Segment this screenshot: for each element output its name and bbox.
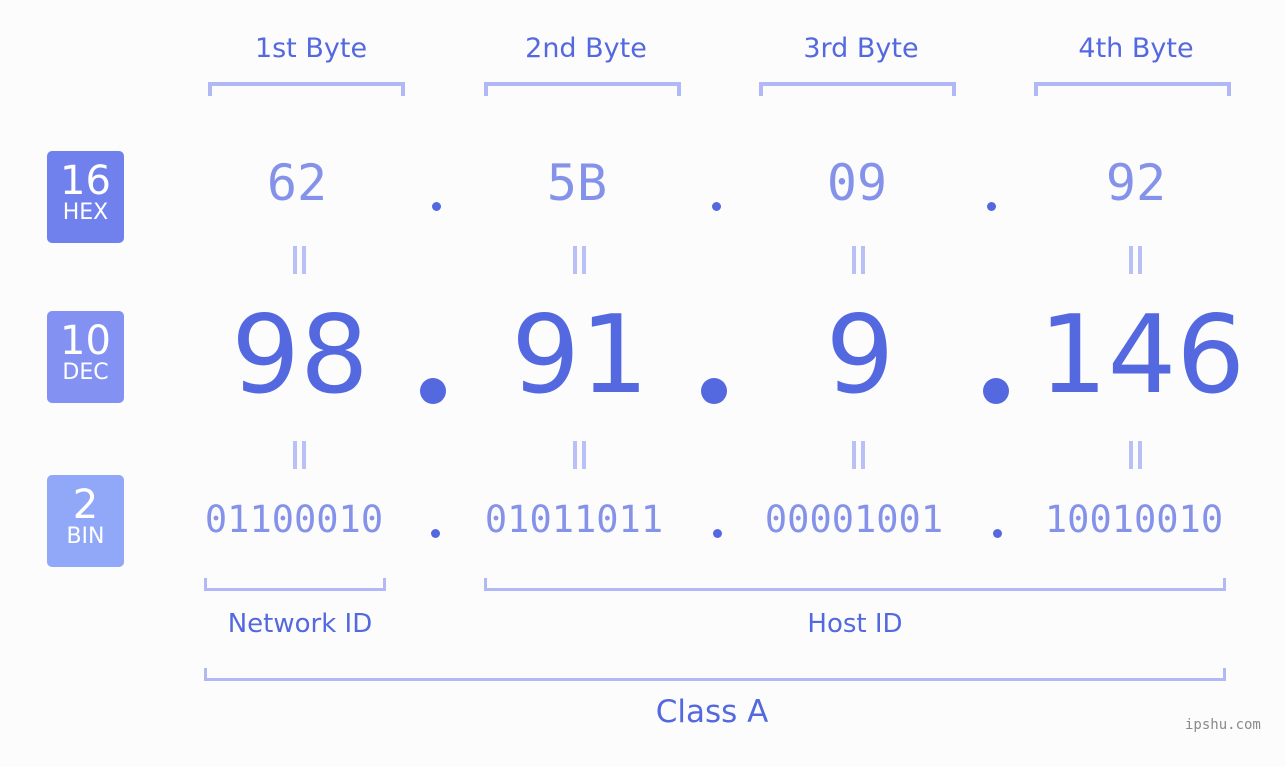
hex-byte-2: 5B [546,154,608,212]
host-id-bracket [484,578,1226,591]
class-bracket [204,668,1226,681]
bin-byte-4: 10010010 [1044,498,1224,541]
hex-dot-3 [987,202,996,211]
hex-dot-1 [432,202,441,211]
hex-base: 16 [60,158,111,204]
dec-dot-1 [420,378,446,404]
hex-label: HEX [62,200,109,225]
byte-header-4: 4th Byte [1078,33,1194,64]
dec-byte-1: 98 [231,293,369,418]
bin-byte-1: 01100010 [204,498,384,541]
bin-badge: 2 BIN [47,475,124,567]
dec-byte-3: 9 [825,293,895,418]
bin-byte-3: 00001001 [764,498,944,541]
dec-base: 10 [60,318,111,364]
hex-byte-3: 09 [826,154,888,212]
equals-icon [571,441,589,469]
byte-bracket-4 [1034,82,1231,96]
dec-byte-2: 91 [511,293,649,418]
byte-header-1: 1st Byte [254,33,368,64]
dec-label: DEC [62,360,109,385]
dec-dot-2 [701,378,727,404]
byte-bracket-1 [208,82,405,96]
equals-icon [291,441,309,469]
byte-bracket-2 [484,82,681,96]
bin-byte-2: 01011011 [484,498,664,541]
hex-byte-1: 62 [266,154,328,212]
byte-bracket-3 [759,82,956,96]
bin-dot-1 [431,529,440,538]
equals-icon [1127,246,1145,274]
dec-dot-3 [983,378,1009,404]
network-id-label: Network ID [227,609,373,639]
class-label: Class A [655,694,769,730]
equals-icon [850,246,868,274]
equals-icon [850,441,868,469]
bin-dot-3 [993,529,1002,538]
equals-icon [1127,441,1145,469]
dec-byte-4: 146 [1038,293,1246,418]
hex-dot-2 [712,202,721,211]
equals-icon [291,246,309,274]
watermark: ipshu.com [1185,717,1261,733]
host-id-label: Host ID [807,609,903,639]
bin-label: BIN [66,524,105,549]
byte-header-3: 3rd Byte [803,33,919,64]
dec-badge: 10 DEC [47,311,124,403]
hex-byte-4: 92 [1105,154,1167,212]
bin-base: 2 [72,482,99,528]
equals-icon [571,246,589,274]
bin-dot-2 [713,529,722,538]
hex-badge: 16 HEX [47,151,124,243]
network-id-bracket [204,578,386,591]
byte-header-2: 2nd Byte [525,33,647,64]
